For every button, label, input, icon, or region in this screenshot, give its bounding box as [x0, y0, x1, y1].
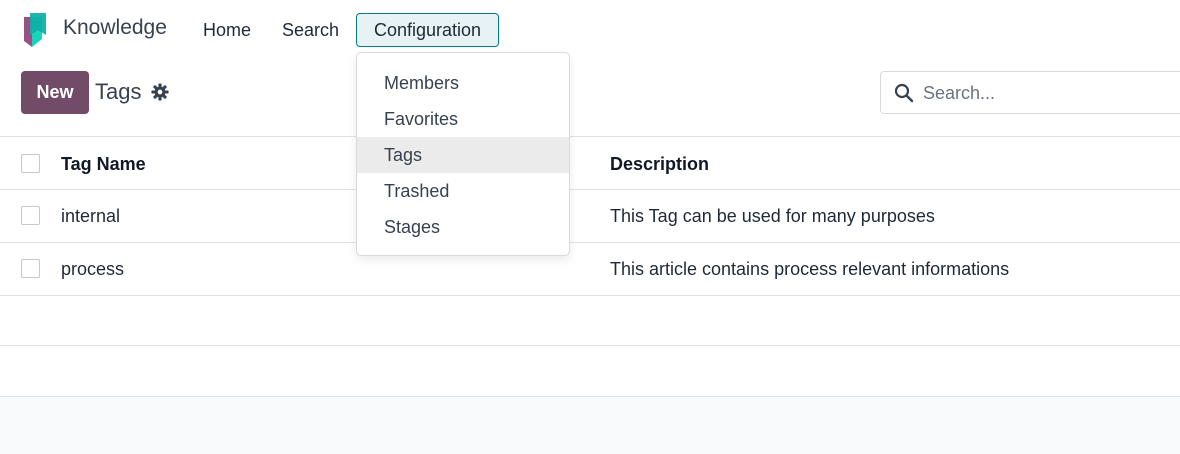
app-name[interactable]: Knowledge — [63, 16, 167, 40]
empty-row — [0, 345, 1180, 396]
tag-name-cell[interactable]: internal — [61, 206, 120, 227]
column-header-description[interactable]: Description — [610, 154, 709, 175]
select-all-checkbox[interactable] — [21, 154, 40, 173]
search-icon — [894, 83, 914, 103]
empty-row — [0, 295, 1180, 346]
description-cell[interactable]: This Tag can be used for many purposes — [610, 206, 935, 227]
nav-home[interactable]: Home — [190, 13, 264, 47]
top-navbar: Knowledge Home Search Configuration — [0, 0, 1180, 58]
menu-item-stages[interactable]: Stages — [357, 209, 569, 245]
configuration-dropdown: Members Favorites Tags Trashed Stages — [356, 52, 570, 256]
gear-icon[interactable] — [151, 83, 169, 101]
menu-item-trashed[interactable]: Trashed — [357, 173, 569, 209]
row-checkbox[interactable] — [21, 259, 40, 278]
nav-configuration[interactable]: Configuration — [356, 13, 499, 47]
column-header-tag-name[interactable]: Tag Name — [61, 154, 146, 175]
list-footer — [0, 396, 1180, 454]
table-row[interactable]: process This article contains process re… — [0, 242, 1180, 296]
row-checkbox[interactable] — [21, 206, 40, 225]
knowledge-logo-icon[interactable] — [22, 13, 48, 47]
tag-name-cell[interactable]: process — [61, 259, 124, 280]
menu-item-tags[interactable]: Tags — [357, 137, 569, 173]
new-button[interactable]: New — [21, 71, 89, 114]
page-title: Tags — [95, 79, 142, 104]
table-row[interactable]: internal This Tag can be used for many p… — [0, 189, 1180, 242]
nav-search[interactable]: Search — [269, 13, 352, 47]
menu-item-favorites[interactable]: Favorites — [357, 101, 569, 137]
search-input[interactable] — [923, 82, 1180, 104]
description-cell[interactable]: This article contains process relevant i… — [610, 259, 1009, 280]
search-box[interactable] — [880, 71, 1180, 114]
menu-item-members[interactable]: Members — [357, 65, 569, 101]
table-header: Tag Name Description — [0, 136, 1180, 190]
